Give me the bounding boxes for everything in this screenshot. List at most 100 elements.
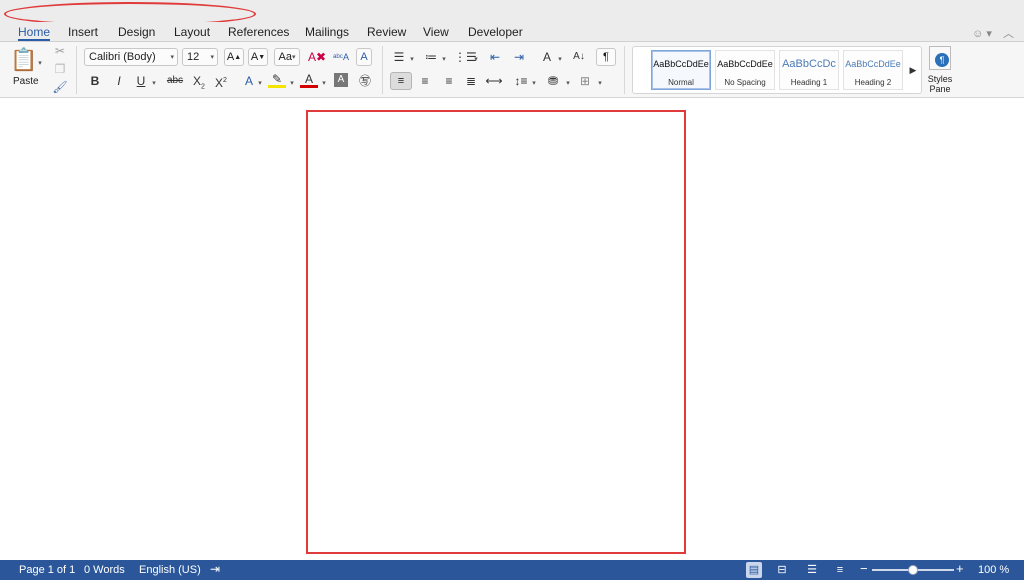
numbering-icon[interactable]: ≔ xyxy=(422,48,440,66)
zoom-out-icon[interactable]: − xyxy=(860,561,868,576)
tab-layout[interactable]: Layout xyxy=(174,24,210,41)
font-size-select[interactable]: 12 ▾ xyxy=(182,48,218,66)
sort-icon[interactable]: A↓ xyxy=(570,48,588,66)
cut-icon[interactable]: ✂ xyxy=(52,42,68,60)
phonetic-guide-icon[interactable]: ᵃᵇᶜA xyxy=(332,48,350,66)
tab-view[interactable]: View xyxy=(423,24,449,41)
ribbon-separator xyxy=(76,46,77,94)
draft-view-icon[interactable]: ≡ xyxy=(832,562,848,578)
chevron-down-icon: ▾ xyxy=(170,54,174,61)
multilevel-list-icon[interactable]: ⋮☰ xyxy=(454,48,477,66)
chevron-down-icon[interactable]: ▾ xyxy=(530,72,538,90)
font-size-value: 12 xyxy=(187,51,200,63)
outline-view-icon[interactable]: ☰ xyxy=(804,562,820,578)
style-sample: AaBbCcDc xyxy=(782,58,836,70)
style-name: No Spacing xyxy=(724,78,766,87)
bullets-icon[interactable]: ☰ xyxy=(390,48,408,66)
style-no-spacing[interactable]: AaBbCcDdEe No Spacing xyxy=(715,50,775,90)
tab-developer[interactable]: Developer xyxy=(468,24,523,41)
character-border-icon[interactable]: A xyxy=(356,48,372,66)
paste-dropdown-icon[interactable]: ▾ xyxy=(36,52,44,70)
style-normal[interactable]: AaBbCcDdEe Normal xyxy=(651,50,711,90)
styles-pane-icon: ¶ xyxy=(929,46,951,70)
ribbon-tab-bar: Home Insert Design Layout References Mai… xyxy=(0,22,1024,42)
grow-font-icon[interactable]: A ▲ xyxy=(224,48,244,66)
chevron-down-icon[interactable]: ▾ xyxy=(408,48,416,66)
align-right-icon[interactable]: ≡ xyxy=(440,72,458,90)
increase-indent-icon[interactable]: ⇥ xyxy=(510,48,528,66)
track-changes-icon[interactable]: ⇥ xyxy=(210,562,220,576)
word-count[interactable]: 0 Words xyxy=(84,564,125,576)
chevron-down-icon[interactable]: ▾ xyxy=(320,72,328,90)
tab-references[interactable]: References xyxy=(228,24,289,41)
font-color-icon[interactable]: A xyxy=(300,72,318,88)
page-count[interactable]: Page 1 of 1 xyxy=(19,564,75,576)
strikethrough-icon[interactable]: abc xyxy=(164,72,186,90)
styles-gallery: AaBbCcDdEe Normal AaBbCcDdEe No Spacing … xyxy=(632,46,922,94)
tab-review[interactable]: Review xyxy=(367,24,406,41)
style-heading-1[interactable]: AaBbCcDc Heading 1 xyxy=(779,50,839,90)
zoom-slider-thumb[interactable] xyxy=(908,565,918,575)
line-spacing-icon[interactable]: ↕≡ xyxy=(512,72,530,90)
enclose-characters-icon[interactable]: ㊢ xyxy=(356,72,374,90)
tab-mailings[interactable]: Mailings xyxy=(305,24,349,41)
font-family-select[interactable]: Calibri (Body) ▾ xyxy=(84,48,178,66)
italic-icon[interactable]: I xyxy=(110,72,128,90)
change-case-icon[interactable]: Aa ▾ xyxy=(274,48,300,66)
shading-icon[interactable]: ⛃ xyxy=(544,72,562,90)
format-painter-icon[interactable]: 🖌 xyxy=(52,78,68,96)
paste-icon[interactable]: 📋 xyxy=(10,46,37,74)
style-sample: AaBbCcDdEe xyxy=(653,59,709,69)
underline-dropdown-icon[interactable]: ▾ xyxy=(150,72,158,90)
chevron-down-icon[interactable]: ▾ xyxy=(440,48,448,66)
ribbon-home: 📋 ▾ Paste ✂ ❐ 🖌 Calibri (Body) ▾ 12 ▾ A ▲… xyxy=(0,42,1024,98)
bold-icon[interactable]: B xyxy=(86,72,104,90)
borders-icon[interactable]: ⊞ xyxy=(576,72,594,90)
style-sample: AaBbCcDdEe xyxy=(845,59,901,69)
chevron-down-icon[interactable]: ▾ xyxy=(256,72,264,90)
tab-bar-right-controls: ☺ ▾ ︿ xyxy=(972,25,1014,41)
tab-insert[interactable]: Insert xyxy=(68,24,98,41)
smiley-feedback-icon[interactable]: ☺ ▾ xyxy=(972,28,992,40)
superscript-icon[interactable]: X2 xyxy=(212,72,230,90)
align-center-icon[interactable]: ≡ xyxy=(416,72,434,90)
clear-formatting-icon[interactable]: A✖ xyxy=(308,48,326,66)
copy-icon[interactable]: ❐ xyxy=(52,60,68,78)
collapse-ribbon-icon[interactable]: ︿ xyxy=(1003,28,1014,40)
chevron-down-icon[interactable]: ▾ xyxy=(596,72,604,90)
document-area[interactable] xyxy=(0,99,1024,560)
character-shading-icon[interactable]: A xyxy=(334,73,348,87)
align-left-icon[interactable]: ≡ xyxy=(390,72,412,90)
subscript-icon[interactable]: X2 xyxy=(190,72,208,90)
paste-label[interactable]: Paste xyxy=(13,76,39,87)
chevron-down-icon[interactable]: ▾ xyxy=(472,48,480,66)
style-name: Heading 1 xyxy=(790,78,828,87)
shrink-font-icon[interactable]: A ▼ xyxy=(248,48,268,66)
status-bar: Page 1 of 1 0 Words English (US) ⇥ ▤ ⊟ ☰… xyxy=(0,560,1024,580)
zoom-in-icon[interactable]: + xyxy=(956,561,964,576)
underline-icon[interactable]: U xyxy=(132,72,150,90)
chevron-down-icon[interactable]: ▾ xyxy=(288,72,296,90)
web-layout-view-icon[interactable]: ⊟ xyxy=(774,562,790,578)
document-page[interactable] xyxy=(306,110,686,554)
justify-icon[interactable]: ≣ xyxy=(462,72,480,90)
ribbon-separator xyxy=(624,46,625,94)
chevron-down-icon[interactable]: ▾ xyxy=(556,48,564,66)
styles-pane-button[interactable]: ¶ xyxy=(926,46,954,70)
chevron-down-icon[interactable]: ▾ xyxy=(564,72,572,90)
print-layout-view-icon[interactable]: ▤ xyxy=(746,562,762,578)
distributed-icon[interactable]: ⟷ xyxy=(484,72,504,90)
styles-pane-label[interactable]: Styles Pane xyxy=(918,74,962,94)
zoom-level[interactable]: 100 % xyxy=(978,564,1009,576)
show-formatting-marks-icon[interactable]: ¶ xyxy=(596,48,616,66)
tab-design[interactable]: Design xyxy=(118,24,155,41)
text-direction-icon[interactable]: A xyxy=(538,48,556,66)
style-name: Normal xyxy=(668,78,694,87)
style-heading-2[interactable]: AaBbCcDdEe Heading 2 xyxy=(843,50,903,90)
decrease-indent-icon[interactable]: ⇤ xyxy=(486,48,504,66)
highlight-icon[interactable]: ✎ xyxy=(268,72,286,88)
language[interactable]: English (US) xyxy=(139,564,201,576)
style-sample: AaBbCcDdEe xyxy=(717,59,773,69)
tab-home[interactable]: Home xyxy=(18,24,51,41)
ribbon-separator xyxy=(382,46,383,94)
